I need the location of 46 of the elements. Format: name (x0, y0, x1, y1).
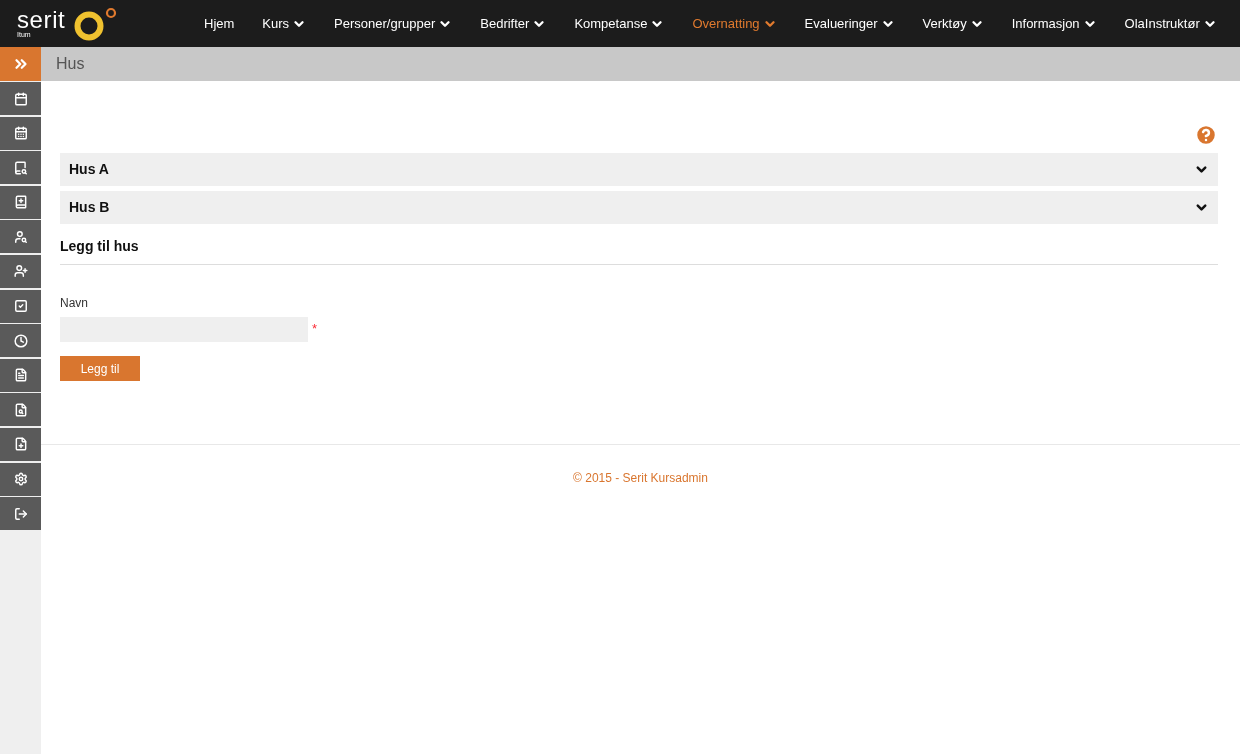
nav-menu-item[interactable]: Evalueringer (792, 13, 907, 34)
checkbox-icon (13, 299, 28, 314)
nav-menu-item[interactable]: OlaInstruktør (1112, 13, 1229, 34)
sidebar-button[interactable] (0, 497, 41, 531)
sidebar-button[interactable] (0, 220, 41, 254)
sidebar-button[interactable] (0, 324, 41, 358)
sidebar-button[interactable] (0, 116, 41, 150)
sidebar-button[interactable] (0, 82, 41, 115)
required-mark: * (312, 320, 318, 338)
clock-icon (13, 333, 28, 348)
sidebar-button[interactable] (0, 185, 41, 219)
nav-menu-item[interactable]: Overnatting (680, 13, 789, 34)
field-label: Navn (60, 295, 89, 312)
nav-menu-item[interactable]: Verktøy (910, 13, 996, 34)
sidebar-toggle-button[interactable] (0, 47, 41, 81)
settings-icon (13, 472, 28, 487)
document-search-icon (13, 402, 28, 417)
footer-copyright: © 2015 - Serit Kursadmin (572, 470, 709, 487)
book-plus-icon (13, 195, 28, 210)
accordion-header[interactable]: Hus A (60, 153, 1218, 186)
sidebar-button[interactable] (0, 358, 41, 392)
sidebar-button[interactable] (0, 254, 41, 288)
sidebar-button[interactable] (0, 151, 41, 185)
nav-menu-item[interactable]: Bedrifter (468, 13, 559, 34)
nav-menu-item[interactable]: Hjem (192, 13, 247, 34)
logout-icon (13, 506, 28, 521)
nav-menu-item[interactable]: Personer/grupper (322, 13, 465, 34)
nav-menu-item[interactable]: Kurs (250, 13, 319, 34)
book-search-icon (13, 160, 28, 175)
calendar-grid-icon (13, 126, 28, 141)
calendar-icon (13, 91, 28, 106)
sidebar-button[interactable] (0, 462, 41, 496)
sidebar-button[interactable] (0, 427, 41, 461)
document-icon (13, 368, 28, 383)
sidebar-button[interactable] (0, 289, 41, 323)
user-plus-icon (13, 264, 28, 279)
document-plus-icon (13, 437, 28, 452)
sidebar-button[interactable] (0, 393, 41, 427)
nav-menu-item[interactable]: Informasjon (999, 13, 1109, 34)
section-heading: Legg til hus (60, 237, 140, 256)
logo-wordmark: serit (17, 8, 66, 31)
help-icon[interactable] (1194, 123, 1218, 147)
page-title: Hus (56, 54, 85, 74)
nav-menu-item[interactable]: Kompetanse (562, 13, 677, 34)
accordion-header[interactable]: Hus B (60, 191, 1218, 224)
user-search-icon (13, 229, 28, 244)
